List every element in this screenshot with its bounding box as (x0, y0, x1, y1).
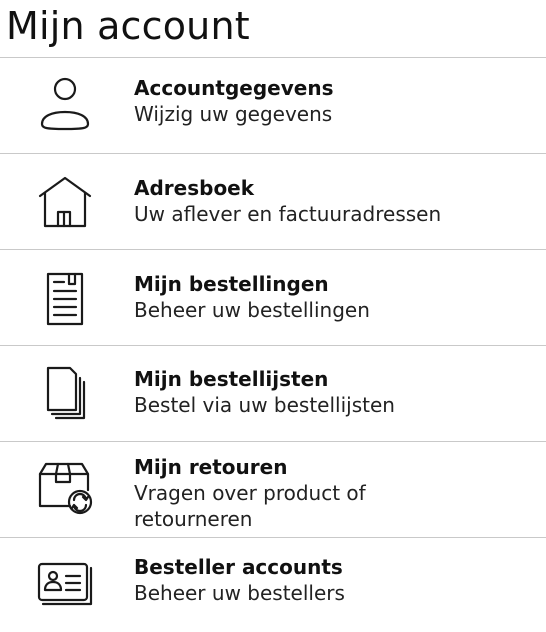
menu-item-subtitle: Beheer uw bestellingen (134, 298, 370, 322)
menu-item-text: Accountgegevens Wijzig uw gegevens (134, 75, 333, 127)
page-title: Mijn account (6, 4, 250, 48)
account-page: Mijn account Accountgegevens Wijzig uw g… (0, 0, 546, 632)
menu-item-subtitle: Wijzig uw gegevens (134, 102, 333, 126)
menu-item-text: Besteller accounts Beheer uw bestellers (134, 554, 345, 606)
menu-item-bestellingen[interactable]: Mijn bestellingen Beheer uw bestellingen (0, 250, 546, 346)
menu-item-title: Mijn retouren (134, 455, 288, 479)
menu-item-bestellijsten[interactable]: Mijn bestellijsten Bestel via uw bestell… (0, 346, 546, 442)
menu-item-retouren[interactable]: Mijn retouren Vragen over product of ret… (0, 442, 546, 538)
menu-item-title: Adresboek (134, 176, 255, 200)
user-icon (36, 74, 94, 132)
id-card-icon (36, 556, 94, 614)
package-return-icon (36, 460, 94, 518)
menu-item-besteller-accounts[interactable]: Besteller accounts Beheer uw bestellers (0, 538, 546, 632)
menu-item-title: Mijn bestellingen (134, 272, 329, 296)
menu-item-text: Mijn retouren Vragen over product of ret… (134, 454, 366, 532)
menu-item-accountgegevens[interactable]: Accountgegevens Wijzig uw gegevens (0, 58, 546, 154)
menu-item-subtitle: Bestel via uw bestellijsten (134, 393, 395, 417)
menu-item-text: Mijn bestellijsten Bestel via uw bestell… (134, 366, 395, 418)
menu-item-text: Mijn bestellingen Beheer uw bestellingen (134, 271, 370, 323)
menu-item-subtitle: Beheer uw bestellers (134, 581, 345, 605)
stacked-documents-icon (36, 364, 94, 422)
menu-item-subtitle: Vragen over product of retourneren (134, 481, 366, 531)
menu-item-title: Besteller accounts (134, 555, 343, 579)
account-menu: Accountgegevens Wijzig uw gegevens Adres… (0, 57, 546, 632)
menu-item-subtitle: Uw aflever en factuuradressen (134, 202, 442, 226)
menu-item-text: Adresboek Uw aflever en factuuradressen (134, 175, 441, 227)
menu-item-adresboek[interactable]: Adresboek Uw aflever en factuuradressen (0, 154, 546, 250)
menu-item-title: Mijn bestellijsten (134, 367, 329, 391)
house-icon (36, 174, 94, 232)
menu-item-title: Accountgegevens (134, 76, 334, 100)
document-icon (36, 270, 94, 328)
